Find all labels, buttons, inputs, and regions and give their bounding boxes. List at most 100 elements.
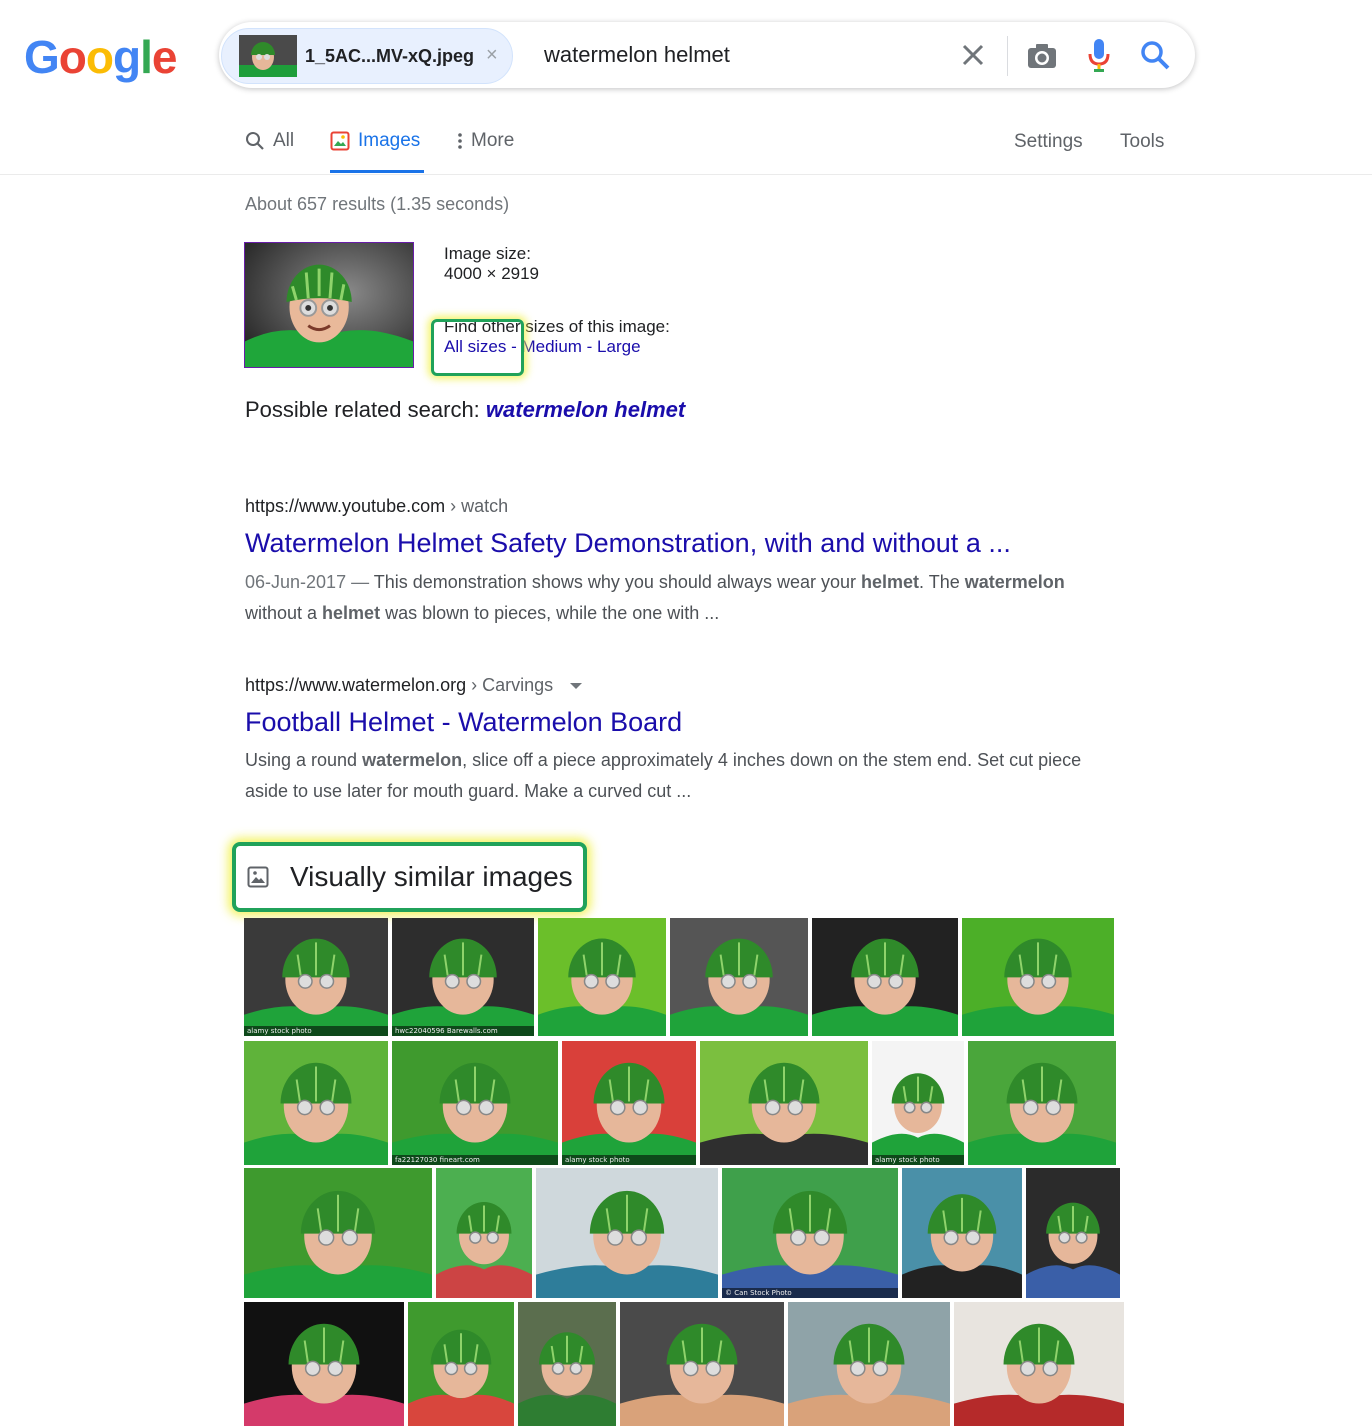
chip-close-icon[interactable]: × xyxy=(486,44,498,67)
result-domain: https://www.watermelon.org xyxy=(245,675,467,695)
result-domain: https://www.youtube.com xyxy=(245,496,446,516)
similar-image xyxy=(670,918,808,1036)
logo-letter: o xyxy=(58,31,87,83)
microphone-icon[interactable] xyxy=(1084,36,1114,74)
google-logo[interactable]: Google xyxy=(24,30,178,84)
similar-image xyxy=(436,1168,532,1298)
settings-link[interactable]: Settings xyxy=(1014,131,1083,153)
similar-image xyxy=(244,918,388,1036)
similar-image-tile[interactable] xyxy=(538,918,666,1036)
result-title-link[interactable]: Football Helmet - Watermelon Board xyxy=(245,707,682,738)
similar-image xyxy=(954,1302,1124,1426)
medium-size-link[interactable]: Medium xyxy=(521,337,581,356)
tab-label: All xyxy=(273,130,295,151)
snippet-text: This demonstration shows why you should … xyxy=(369,572,861,592)
image-watermark: hwc22040596 Barewalls.com xyxy=(392,1026,534,1036)
similar-image-tile[interactable] xyxy=(812,918,958,1036)
similar-image-tile[interactable]: alamy stock photo xyxy=(562,1041,696,1165)
similar-image-tile[interactable] xyxy=(244,1168,432,1298)
search-icon xyxy=(246,132,264,150)
image-watermark: © Can Stock Photo xyxy=(722,1288,898,1298)
similar-image-tile[interactable] xyxy=(670,918,808,1036)
similar-image xyxy=(968,1041,1116,1165)
similar-image-tile[interactable] xyxy=(902,1168,1022,1298)
similar-image-tile[interactable]: hwc22040596 Barewalls.com xyxy=(392,918,534,1036)
similar-image xyxy=(392,918,534,1036)
image-watermark: alamy stock photo xyxy=(244,1026,388,1036)
similar-image xyxy=(872,1041,964,1165)
snippet-bold: helmet xyxy=(322,603,381,623)
similar-image xyxy=(536,1168,718,1298)
result-snippet: 06-Jun-2017 — This demonstration shows w… xyxy=(245,567,1105,629)
result-url[interactable]: https://www.watermelon.org › Carvings xyxy=(245,675,583,696)
header-divider xyxy=(0,174,1372,175)
similar-image xyxy=(1026,1168,1120,1298)
image-icon xyxy=(247,866,269,888)
similar-image-tile[interactable] xyxy=(1026,1168,1120,1298)
result-snippet: Using a round watermelon, slice off a pi… xyxy=(245,745,1105,807)
logo-letter: e xyxy=(151,31,178,83)
result-breadcrumb: › watch xyxy=(450,496,509,516)
camera-icon[interactable] xyxy=(1024,38,1060,74)
similar-image xyxy=(812,918,958,1036)
snippet-text: was blown to pieces, while the one with … xyxy=(380,603,720,623)
logo-letter: o xyxy=(85,31,114,83)
result-title-link[interactable]: Watermelon Helmet Safety Demonstration, … xyxy=(245,528,1011,559)
logo-letter: g xyxy=(113,31,141,83)
snippet-text: without a xyxy=(245,603,323,623)
kebab-icon xyxy=(458,133,462,149)
result-url[interactable]: https://www.youtube.com › watch xyxy=(245,496,508,517)
image-watermark: alamy stock photo xyxy=(562,1155,696,1165)
related-search-link[interactable]: watermelon helmet xyxy=(486,397,685,422)
tab-images[interactable]: Images xyxy=(330,130,420,152)
logo-letter: l xyxy=(140,31,153,83)
dropdown-arrow-icon[interactable] xyxy=(570,683,583,690)
similar-image-tile[interactable]: alamy stock photo xyxy=(872,1041,964,1165)
result-breadcrumb: › Carvings xyxy=(471,675,554,695)
tab-label: More xyxy=(471,130,515,151)
similar-image-tile[interactable] xyxy=(962,918,1114,1036)
size-separator: - xyxy=(581,337,598,356)
image-watermark: fa22127030 fineart.com xyxy=(392,1155,558,1165)
result-date: 06-Jun-2017 — xyxy=(245,572,370,592)
similar-image-tile[interactable] xyxy=(620,1302,784,1426)
clear-icon[interactable] xyxy=(956,38,990,72)
similar-image-tile[interactable] xyxy=(518,1302,616,1426)
similar-image-tile[interactable] xyxy=(968,1041,1116,1165)
similar-image-tile[interactable] xyxy=(788,1302,950,1426)
tab-all[interactable]: All xyxy=(245,130,294,152)
similar-image-tile[interactable] xyxy=(244,1302,404,1426)
similar-image xyxy=(788,1302,950,1426)
similar-image-tile[interactable] xyxy=(700,1041,868,1165)
query-image-preview[interactable] xyxy=(244,242,414,368)
similar-image-tile[interactable] xyxy=(954,1302,1124,1426)
similar-image xyxy=(244,1168,432,1298)
similar-image xyxy=(902,1168,1022,1298)
visually-similar-label[interactable]: Visually similar images xyxy=(290,861,573,893)
tools-link[interactable]: Tools xyxy=(1120,131,1164,153)
related-search-label: Possible related search: xyxy=(245,397,480,422)
similar-image xyxy=(700,1041,868,1165)
search-input[interactable]: watermelon helmet xyxy=(544,42,730,68)
snippet-bold: watermelon xyxy=(964,572,1065,592)
similar-image xyxy=(392,1041,558,1165)
snippet-bold: helmet xyxy=(860,572,920,592)
tab-label: Images xyxy=(358,130,421,151)
similar-image-tile[interactable] xyxy=(536,1168,718,1298)
similar-image xyxy=(962,918,1114,1036)
image-icon xyxy=(330,131,350,151)
similar-image-tile[interactable] xyxy=(436,1168,532,1298)
large-size-link[interactable]: Large xyxy=(597,337,640,356)
snippet-text: . The xyxy=(919,572,965,592)
image-size-value: 4000 × 2919 xyxy=(444,264,540,283)
similar-image-tile[interactable]: alamy stock photo xyxy=(244,918,388,1036)
search-icon[interactable] xyxy=(1138,38,1172,72)
similar-image-tile[interactable] xyxy=(244,1041,388,1165)
tab-more[interactable]: More xyxy=(457,130,514,152)
similar-image-tile[interactable]: fa22127030 fineart.com xyxy=(392,1041,558,1165)
search-divider xyxy=(1007,36,1008,76)
snippet-bold: watermelon xyxy=(362,750,463,770)
similar-image-tile[interactable] xyxy=(408,1302,514,1426)
similar-image-tile[interactable]: © Can Stock Photo xyxy=(722,1168,898,1298)
similar-image xyxy=(538,918,666,1036)
